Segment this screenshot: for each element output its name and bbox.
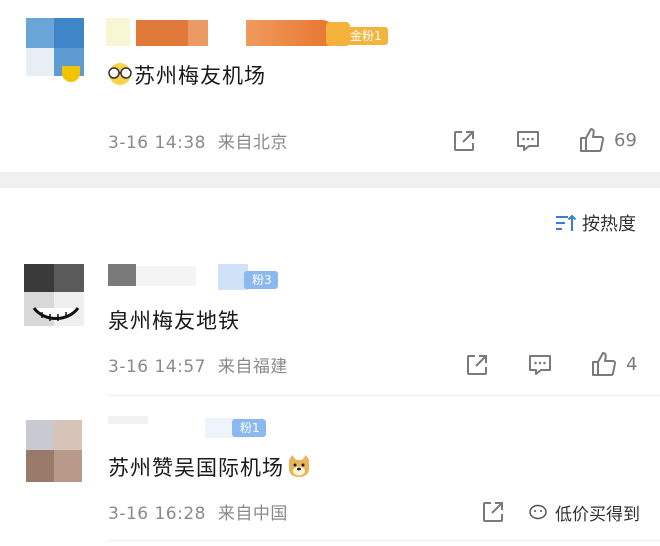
username-blur xyxy=(136,20,188,46)
share-icon xyxy=(483,502,503,522)
comment-text: 苏州梅友机场 xyxy=(106,60,266,91)
section-divider xyxy=(0,172,660,188)
username-blur xyxy=(246,20,336,46)
like-count: 4 xyxy=(626,353,638,375)
comment-button[interactable] xyxy=(515,126,541,156)
avatar[interactable] xyxy=(26,420,82,482)
fan-badge: 粉1 xyxy=(232,419,266,437)
comment-time: 3-16 14:38 xyxy=(108,133,206,153)
thumbs-up-icon xyxy=(592,352,616,376)
like-count: 69 xyxy=(614,129,637,151)
share-button[interactable] xyxy=(464,350,490,380)
doge-icon xyxy=(286,454,312,483)
wechat-icon xyxy=(529,504,547,519)
username[interactable] xyxy=(108,264,136,286)
fan-badge: 金粉1 xyxy=(344,27,388,45)
comment-meta: 3-16 14:38 来自北京 xyxy=(108,128,288,153)
comment-time: 3-16 16:28 xyxy=(108,504,206,524)
avatar-decoration xyxy=(62,66,80,82)
like-button[interactable]: 4 xyxy=(590,349,637,379)
comment-time: 3-16 14:57 xyxy=(108,357,206,377)
sort-icon xyxy=(556,214,576,231)
thumbs-up-icon xyxy=(580,128,604,152)
glasses-face-icon xyxy=(106,62,134,91)
comment-divider xyxy=(108,395,660,396)
username[interactable] xyxy=(106,18,130,46)
username[interactable] xyxy=(108,416,148,424)
comment-button[interactable] xyxy=(527,350,553,380)
comment-location: 来自福建 xyxy=(217,357,288,377)
comment-text: 泉州梅友地铁 xyxy=(108,305,240,335)
sort-label: 按热度 xyxy=(582,214,636,235)
comment-meta: 3-16 16:28 来自中国 xyxy=(108,499,288,524)
avatar[interactable] xyxy=(24,264,84,326)
comment-meta: 3-16 14:57 来自福建 xyxy=(108,352,288,377)
comment-text-body: 苏州梅友机场 xyxy=(134,64,266,88)
comment-divider xyxy=(108,540,660,541)
comment-location: 来自中国 xyxy=(217,504,288,524)
comment-icon xyxy=(529,355,551,375)
comment-location: 来自北京 xyxy=(217,133,288,153)
sort-by-hot-button[interactable]: 按热度 xyxy=(554,210,636,236)
comment-text-body: 泉州梅友地铁 xyxy=(108,309,240,333)
comment-text: 苏州赞吴国际机场 xyxy=(108,452,312,483)
share-button[interactable] xyxy=(451,126,477,156)
username-blur xyxy=(188,20,208,46)
share-icon xyxy=(467,355,487,375)
username-blur xyxy=(136,266,196,286)
fan-badge: 粉3 xyxy=(244,271,278,289)
like-button[interactable]: 69 xyxy=(578,125,637,155)
comment-text-body: 苏州赞吴国际机场 xyxy=(108,456,284,480)
share-icon xyxy=(454,131,474,151)
comment-icon xyxy=(517,131,539,151)
share-button[interactable] xyxy=(480,497,506,527)
watermark: 低价买得到 xyxy=(529,500,640,525)
watermark-text: 低价买得到 xyxy=(555,505,640,525)
